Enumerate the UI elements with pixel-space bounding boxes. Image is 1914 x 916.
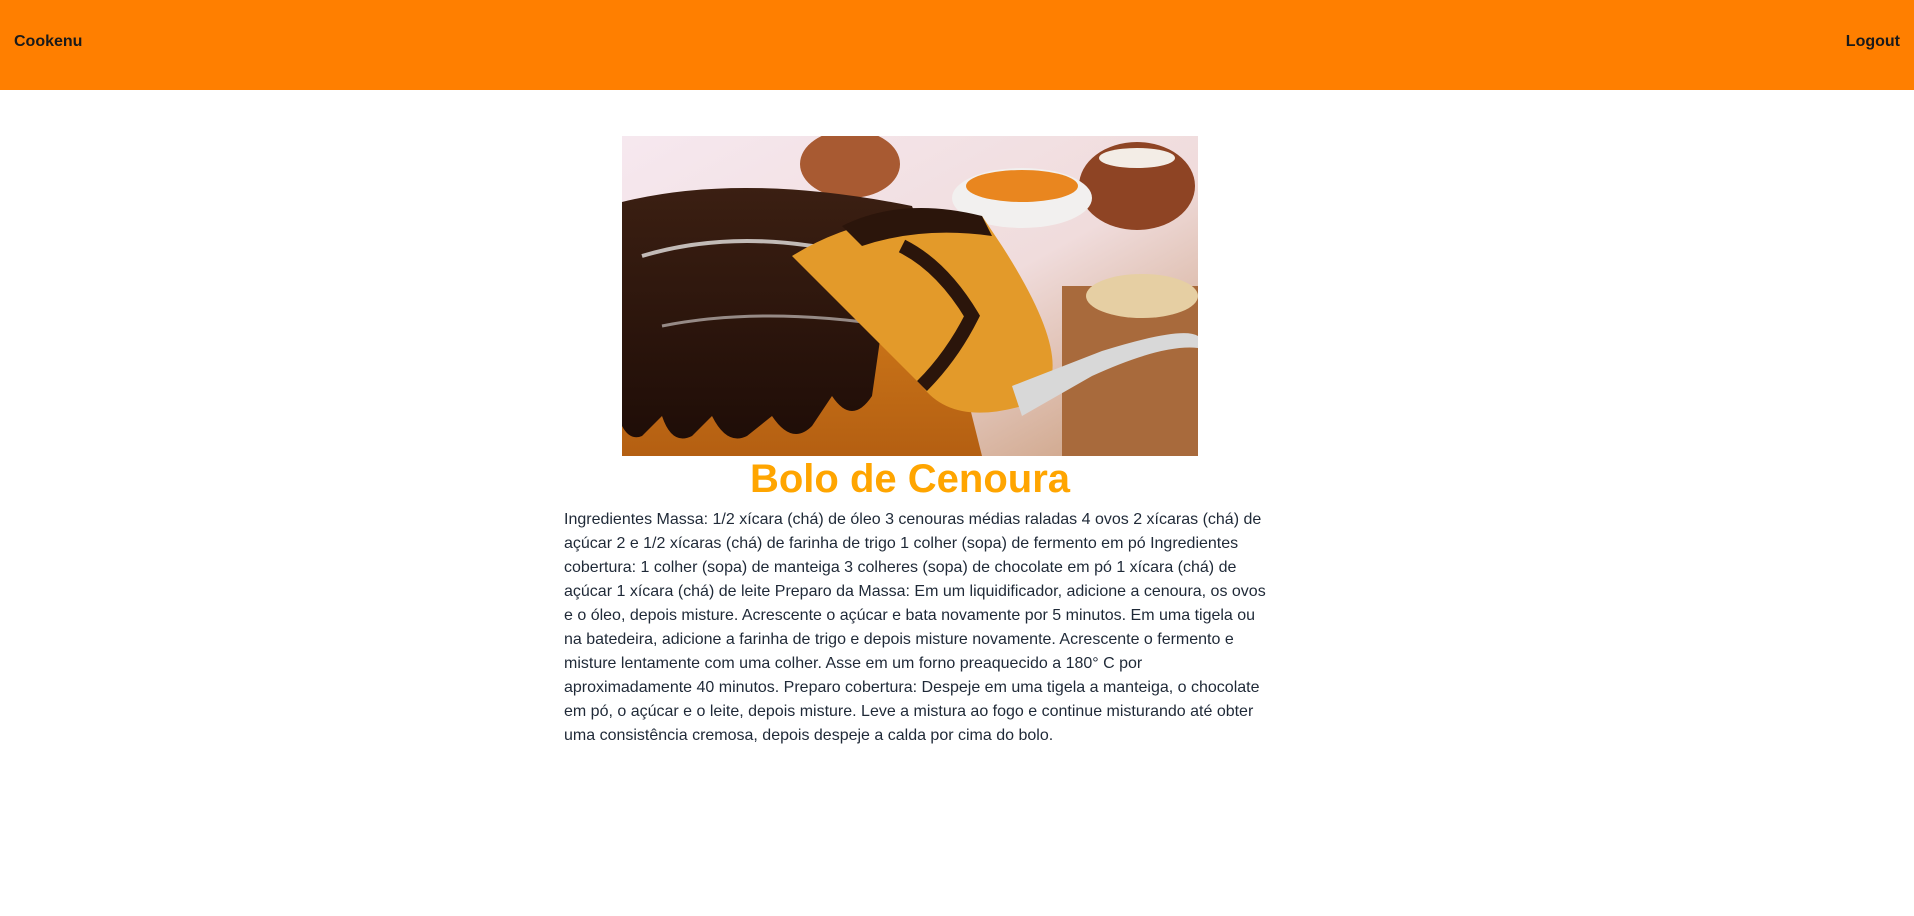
top-bar: Cookenu Logout	[0, 0, 1914, 90]
brand-link[interactable]: Cookenu	[14, 33, 82, 51]
recipe-description: Ingredientes Massa: 1/2 xícara (chá) de …	[564, 511, 1266, 744]
logout-button[interactable]: Logout	[1846, 33, 1900, 51]
recipe-image	[622, 136, 1198, 456]
recipe-title: Bolo de Cenoura	[749, 457, 1071, 501]
